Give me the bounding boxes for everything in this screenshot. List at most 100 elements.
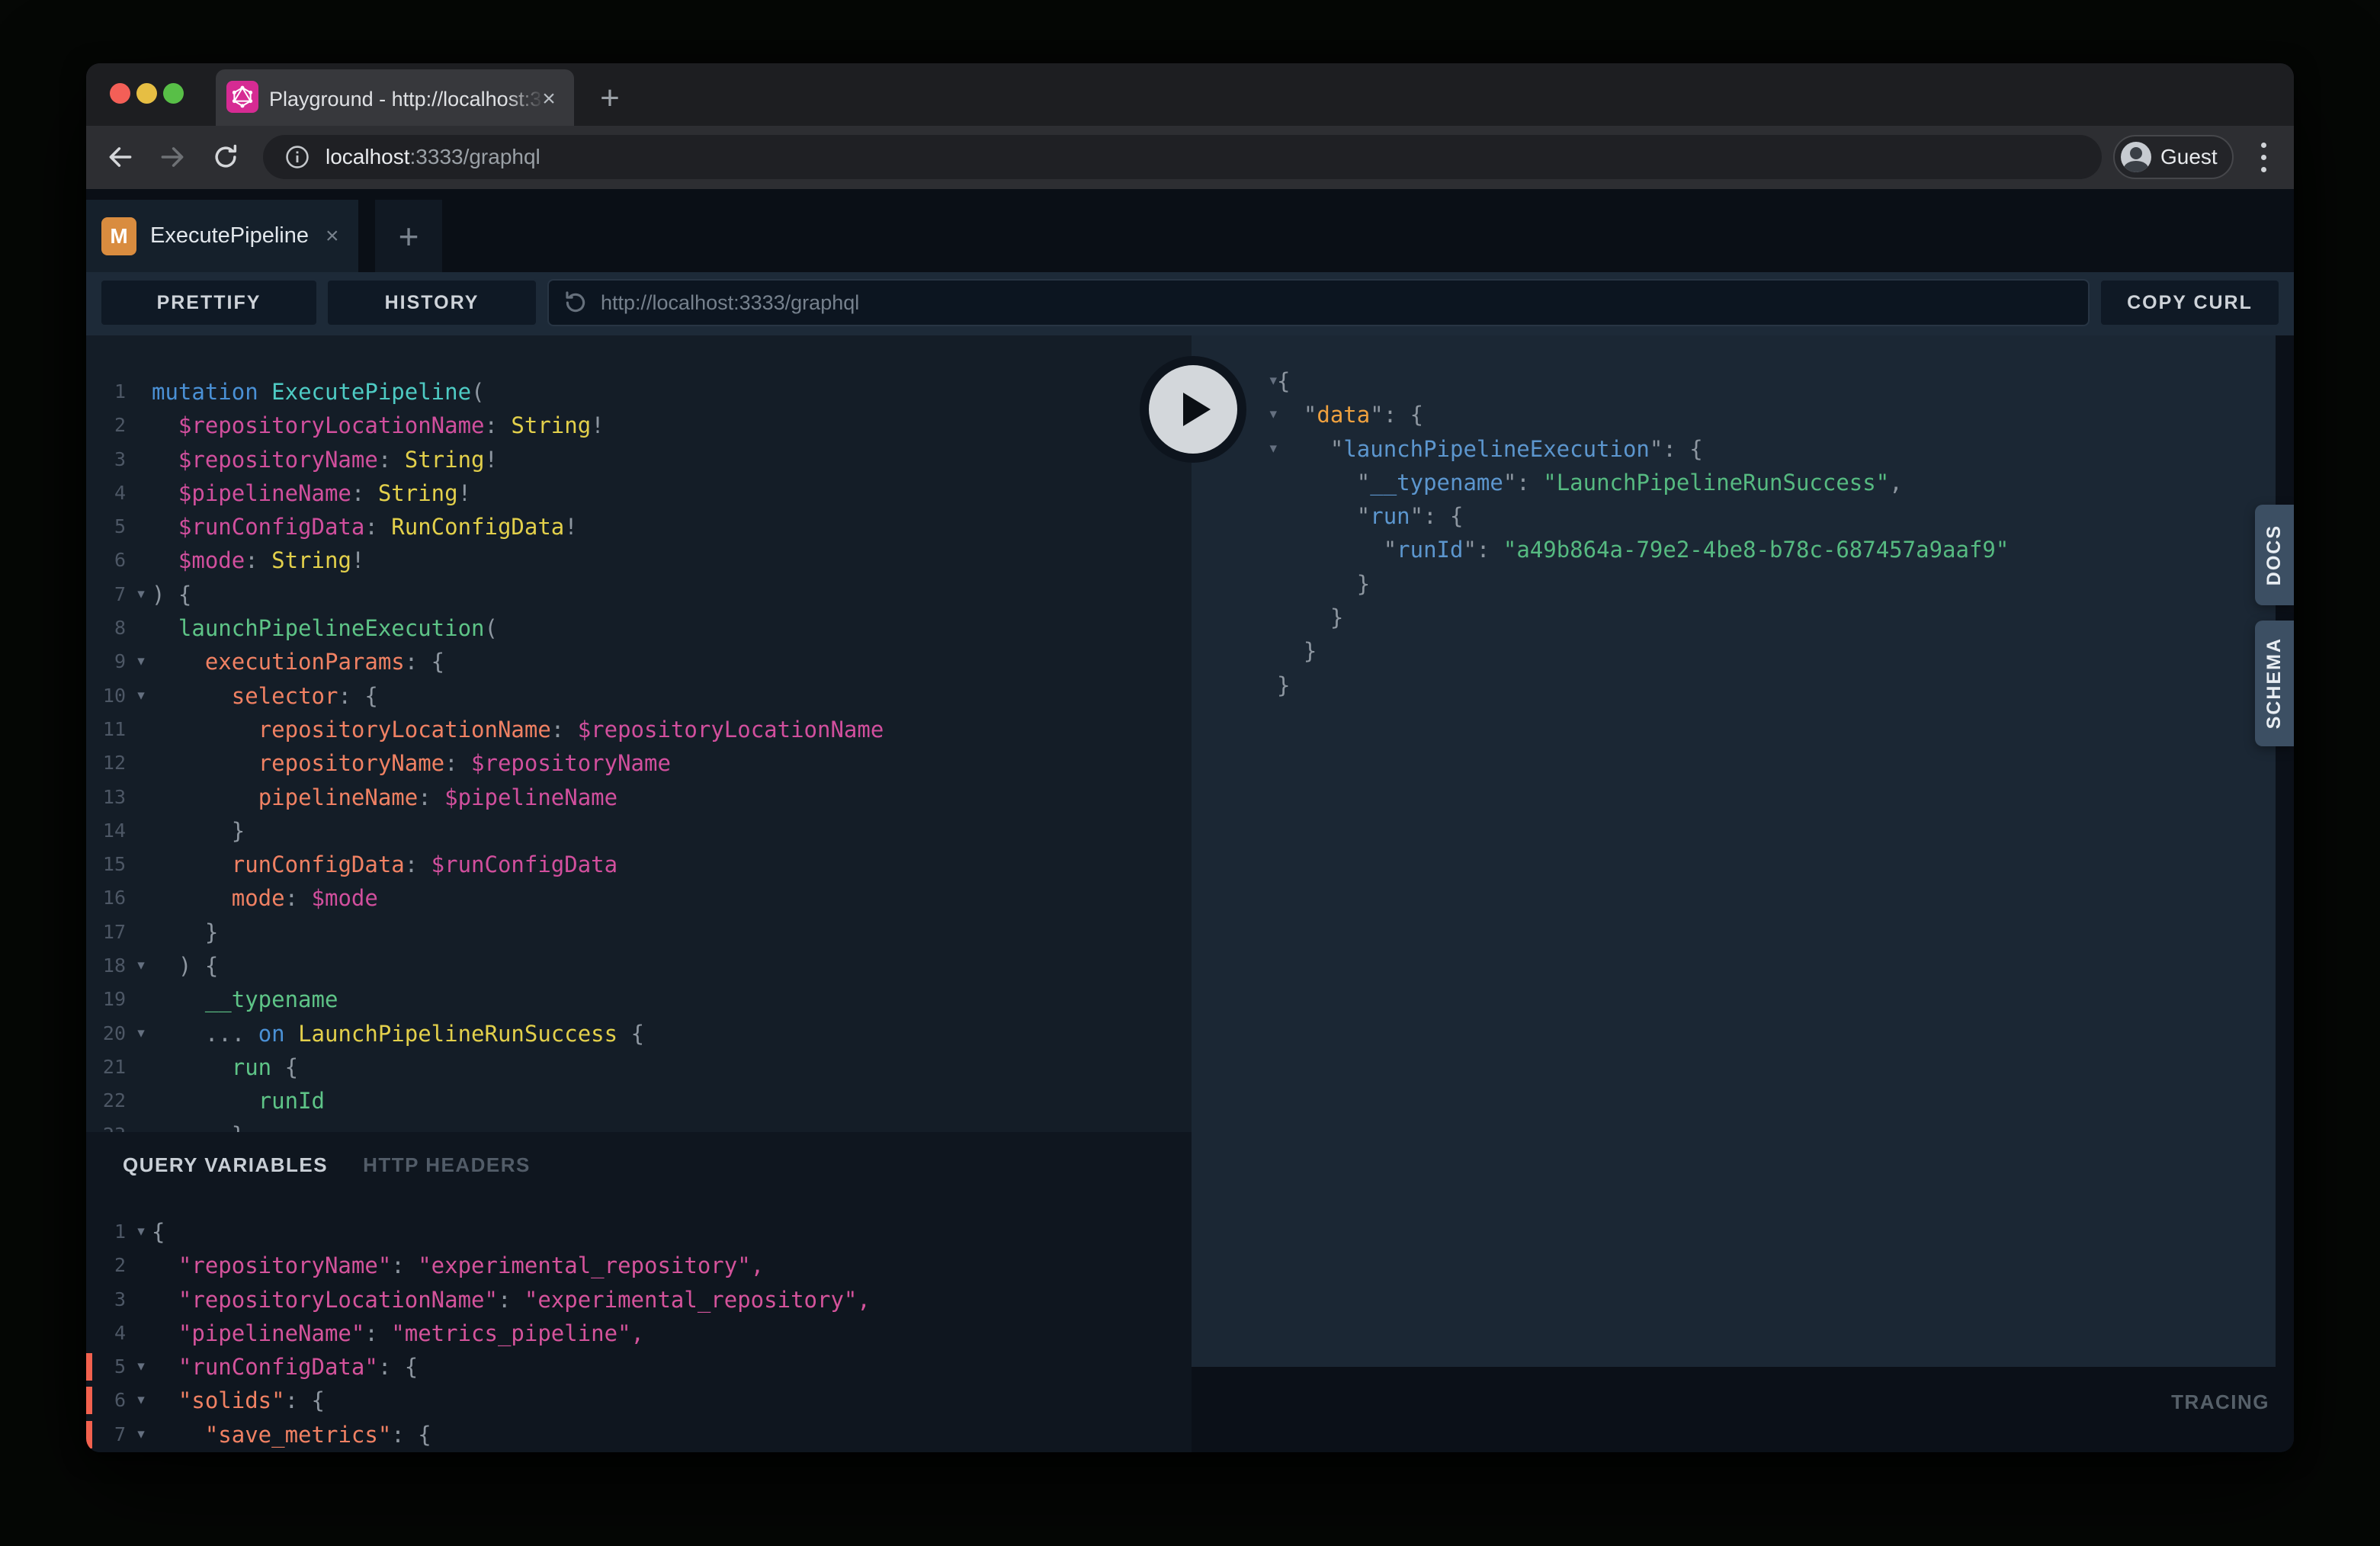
query-code-line[interactable]: 4 $pipelineName: String!	[86, 476, 1192, 510]
code-token: {	[152, 1219, 165, 1245]
playground-tab-executepipeline[interactable]: M ExecutePipeline ×	[86, 200, 358, 272]
graphql-playground: M ExecutePipeline × + ⚙ PRETTIFY HISTORY…	[86, 189, 2294, 1452]
fold-gutter	[130, 916, 152, 949]
tab-query-variables[interactable]: QUERY VARIABLES	[123, 1153, 328, 1177]
line-number: 3	[86, 1283, 130, 1317]
response-pane[interactable]: ▾{▾ "data": {▾ "launchPipelineExecution"…	[1192, 335, 2276, 1367]
tracing-toggle[interactable]: TRACING	[2038, 1390, 2269, 1414]
query-code-line[interactable]: 20▾ ... on LaunchPipelineRunSuccess {	[86, 1017, 1192, 1050]
new-tab-button[interactable]: +	[592, 82, 627, 117]
code-token: $runConfigData	[431, 852, 617, 877]
query-editor[interactable]: 1mutation ExecutePipeline(2 $repositoryL…	[86, 335, 1192, 1132]
query-code-line[interactable]: 11 repositoryLocationName: $repositoryLo…	[86, 713, 1192, 746]
variables-code-line[interactable]: 5▾ "runConfigData": {	[86, 1350, 1192, 1384]
code-token: $mode	[178, 547, 245, 573]
fold-gutter	[130, 781, 152, 814]
variables-code-line[interactable]: 6▾ "solids": {	[86, 1384, 1192, 1417]
fold-arrow-icon[interactable]: ▾	[130, 1350, 152, 1384]
query-code-line[interactable]: 10▾ selector: {	[86, 679, 1192, 713]
url-bar[interactable]: localhost:3333/graphql	[263, 135, 2102, 179]
query-code-line[interactable]: 17 }	[86, 916, 1192, 949]
query-code-line[interactable]: 7▾) {	[86, 578, 1192, 611]
minimize-window-button[interactable]	[136, 83, 157, 104]
profile-button[interactable]: Guest	[2113, 135, 2234, 179]
copy-curl-button[interactable]: COPY CURL	[2101, 281, 2279, 325]
back-icon[interactable]	[101, 138, 140, 176]
query-code-line[interactable]: 23 }	[86, 1118, 1192, 1132]
query-code-line[interactable]: 18▾ ) {	[86, 949, 1192, 983]
browser-menu-icon[interactable]	[2253, 137, 2273, 177]
tab-http-headers[interactable]: HTTP HEADERS	[363, 1153, 531, 1177]
forward-icon[interactable]	[153, 138, 191, 176]
query-code-line[interactable]: 12 repositoryName: $repositoryName	[86, 746, 1192, 780]
fold-arrow-icon[interactable]: ▾	[130, 1215, 152, 1249]
code-token	[152, 480, 178, 506]
query-code-line[interactable]: 5 $runConfigData: RunConfigData!	[86, 510, 1192, 544]
code-token: }	[1277, 638, 1317, 664]
playground-tab-close-icon[interactable]: ×	[326, 223, 339, 249]
query-code-line[interactable]: 6 $mode: String!	[86, 544, 1192, 577]
fold-arrow-icon[interactable]: ▾	[130, 949, 152, 983]
endpoint-field[interactable]: http://localhost:3333/graphql	[547, 279, 2090, 326]
query-code-line[interactable]: 22 runId	[86, 1084, 1192, 1118]
response-code-line[interactable]: }	[1192, 601, 2276, 634]
fold-arrow-icon[interactable]: ▾	[130, 1017, 152, 1050]
code-token: selector	[232, 683, 338, 709]
response-code-line[interactable]: ▾{	[1192, 364, 2276, 398]
response-code-line[interactable]: ▾ "launchPipelineExecution": {	[1192, 432, 2276, 466]
code-text: pipelineName: $pipelineName	[152, 781, 617, 814]
response-code-line[interactable]: ▾ "data": {	[1192, 398, 2276, 431]
variables-panel[interactable]: QUERY VARIABLES HTTP HEADERS 1▾{2 "repos…	[86, 1132, 1192, 1452]
code-text: repositoryLocationName: $repositoryLocat…	[152, 713, 884, 746]
query-code-line[interactable]: 13 pipelineName: $pipelineName	[86, 781, 1192, 814]
response-code-line[interactable]: "__typename": "LaunchPipelineRunSuccess"…	[1192, 466, 2276, 499]
query-code-line[interactable]: 3 $repositoryName: String!	[86, 443, 1192, 476]
site-info-icon[interactable]	[284, 144, 310, 170]
refresh-icon[interactable]	[207, 138, 245, 176]
maximize-window-button[interactable]	[163, 83, 184, 104]
playground-new-tab-button[interactable]: +	[375, 200, 442, 272]
tab-close-icon[interactable]: ×	[534, 85, 563, 114]
response-code-line[interactable]: }	[1192, 634, 2276, 668]
fold-arrow-icon[interactable]: ▾	[130, 578, 152, 611]
code-text: "pipelineName": "metrics_pipeline",	[152, 1317, 644, 1350]
browser-tab[interactable]: Playground - http://localhost:3 ×	[216, 69, 574, 126]
schema-side-tab[interactable]: SCHEMA	[2255, 621, 2294, 746]
fold-arrow-icon[interactable]: ▾	[130, 1418, 152, 1451]
fold-arrow-icon[interactable]: ▾	[130, 1384, 152, 1417]
response-code-line[interactable]: "runId": "a49b864a-79e2-4be8-b78c-687457…	[1192, 533, 2276, 566]
query-code-line[interactable]: 1mutation ExecutePipeline(	[86, 375, 1192, 409]
query-code-line[interactable]: 21 run {	[86, 1050, 1192, 1084]
response-code-line[interactable]: }	[1192, 567, 2276, 601]
query-code-line[interactable]: 16 mode: $mode	[86, 881, 1192, 915]
code-token: "solids"	[178, 1387, 285, 1413]
docs-side-tab[interactable]: DOCS	[2255, 505, 2294, 605]
reload-schema-icon[interactable]	[563, 290, 589, 316]
close-window-button[interactable]	[110, 83, 130, 104]
line-number: 10	[86, 679, 130, 713]
query-code-line[interactable]: 14 }	[86, 814, 1192, 848]
code-text: }	[1277, 634, 1317, 668]
prettify-button[interactable]: PRETTIFY	[101, 281, 316, 325]
query-code-line[interactable]: 15 runConfigData: $runConfigData	[86, 848, 1192, 881]
variables-code-line[interactable]: 3 "repositoryLocationName": "experimenta…	[86, 1283, 1192, 1317]
response-code-line[interactable]: "run": {	[1192, 499, 2276, 533]
history-button[interactable]: HISTORY	[328, 281, 536, 325]
fold-gutter	[1192, 634, 1277, 668]
code-token: "	[1330, 436, 1343, 462]
variables-code-line[interactable]: 7▾ "save_metrics": {	[86, 1418, 1192, 1451]
query-code-line[interactable]: 9▾ executionParams: {	[86, 645, 1192, 678]
fold-arrow-icon[interactable]: ▾	[130, 645, 152, 678]
code-token	[152, 750, 258, 776]
response-code-line[interactable]: }	[1192, 669, 2276, 702]
variables-code-line[interactable]: 2 "repositoryName": "experimental_reposi…	[86, 1249, 1192, 1282]
execute-play-button[interactable]	[1140, 356, 1246, 463]
query-code-line[interactable]: 2 $repositoryLocationName: String!	[86, 409, 1192, 442]
fold-arrow-icon[interactable]: ▾	[130, 679, 152, 713]
code-token: ) {	[152, 582, 191, 608]
query-code-line[interactable]: 19 __typename	[86, 983, 1192, 1016]
variables-code-line[interactable]: 4 "pipelineName": "metrics_pipeline",	[86, 1317, 1192, 1350]
code-token: repositoryLocationName	[258, 717, 551, 743]
query-code-line[interactable]: 8 launchPipelineExecution(	[86, 611, 1192, 645]
variables-code-line[interactable]: 1▾{	[86, 1215, 1192, 1249]
